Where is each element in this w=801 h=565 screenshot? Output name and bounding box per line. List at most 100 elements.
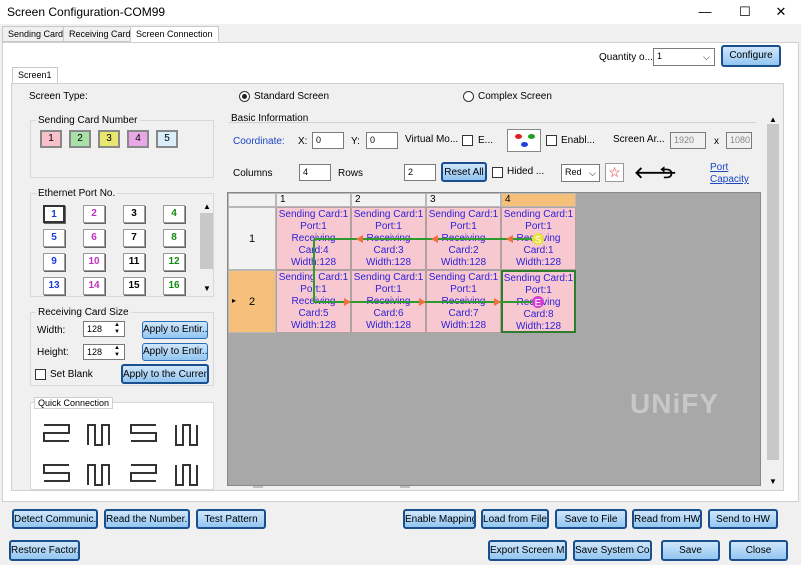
ethernet-port-6-button[interactable]: 6	[83, 229, 105, 247]
scroll-up-icon[interactable]: ▲	[203, 202, 211, 211]
scroll-down-icon[interactable]: ▼	[203, 284, 211, 293]
width-spinner-icon[interactable]: ▲ ▼	[114, 322, 120, 336]
standard-screen-radio[interactable]	[239, 91, 250, 102]
virtual-mode-label: Virtual Mo...	[405, 134, 459, 145]
sending-card-1-button[interactable]: 1	[40, 130, 62, 148]
column-header-3[interactable]: 3	[426, 193, 501, 207]
ethernet-port-8-button[interactable]: 8	[163, 229, 185, 247]
column-header-1[interactable]: 1	[276, 193, 351, 207]
ethernet-port-9-button[interactable]: 9	[43, 253, 65, 271]
ethernet-port-13-button[interactable]: 13	[43, 277, 65, 295]
restore-factory-button[interactable]: Restore Factor...	[9, 540, 80, 561]
scroll-down-icon[interactable]: ▼	[769, 477, 777, 486]
virtual-enable-checkbox[interactable]	[462, 135, 473, 146]
height-spinner-icon[interactable]: ▲ ▼	[114, 345, 120, 359]
export-screen-button[interactable]: Export Screen M...	[488, 540, 567, 561]
screen-height-input[interactable]: 1080	[726, 132, 752, 149]
save-to-file-button[interactable]: Save to File	[555, 509, 627, 529]
ethernet-port-15-button[interactable]: 15	[123, 277, 145, 295]
read-from-hw-button[interactable]: Read from HW	[632, 509, 702, 529]
columns-input[interactable]: 4	[299, 164, 331, 181]
reset-all-button[interactable]: Reset All	[441, 162, 487, 182]
ethernet-port-14-button[interactable]: 14	[83, 277, 105, 295]
pattern-zigzag-v-1[interactable]	[87, 424, 110, 446]
send-to-hw-button[interactable]: Send to HW	[708, 509, 778, 529]
column-header-2[interactable]: 2	[351, 193, 426, 207]
pattern-zigzag-h-2[interactable]	[130, 424, 157, 442]
ethernet-scrollbar[interactable]: ▲ ▼	[200, 200, 213, 296]
pattern-zigzag-v-2[interactable]	[175, 424, 198, 446]
save-button[interactable]: Save	[661, 540, 720, 561]
panel-scroll-thumb[interactable]	[767, 124, 779, 460]
screen-width-input[interactable]: 1920	[670, 132, 706, 149]
resize-handle-right[interactable]	[400, 486, 410, 488]
ethernet-port-12-button[interactable]: 12	[163, 253, 185, 271]
ethernet-scroll-thumb[interactable]	[200, 213, 213, 269]
quantity-value: 1	[657, 51, 663, 61]
column-header-4[interactable]: 4	[501, 193, 576, 207]
star-icon[interactable]: ☆	[605, 163, 624, 182]
pattern-zigzag-v-4[interactable]	[175, 464, 198, 486]
receiving-card-size-title: Receiving Card Size	[36, 307, 131, 318]
y-input[interactable]: 0	[366, 132, 398, 149]
ethernet-port-16-button[interactable]: 16	[163, 277, 185, 295]
sending-card-3-button[interactable]: 3	[98, 130, 120, 148]
ethernet-port-11-button[interactable]: 11	[123, 253, 145, 271]
virtual-enable-label: E...	[478, 135, 494, 146]
sending-card-title: Sending Card Number	[36, 115, 140, 126]
screen-type-label: Screen Type:	[29, 91, 88, 102]
tab-screen-connection[interactable]: Screen Connection	[130, 26, 219, 42]
chevron-down-icon: ⌵	[703, 52, 710, 62]
ethernet-port-title: Ethernet Port No.	[36, 188, 118, 199]
configure-button[interactable]: Configure	[721, 45, 781, 67]
ethernet-port-10-button[interactable]: 10	[83, 253, 105, 271]
sending-card-5-button[interactable]: 5	[156, 130, 178, 148]
enable-mapping-button[interactable]: Enable Mapping	[403, 509, 476, 529]
enable-checkbox[interactable]	[546, 135, 557, 146]
apply-current-button[interactable]: Apply to the Curren...	[121, 364, 209, 384]
save-system-config-button[interactable]: Save System Co...	[573, 540, 652, 561]
ethernet-port-1-button[interactable]: 1	[43, 205, 65, 223]
rows-input[interactable]: 2	[404, 164, 436, 181]
row-header-1[interactable]: 1	[228, 207, 276, 270]
pattern-zigzag-h-3[interactable]	[43, 464, 70, 482]
set-blank-checkbox[interactable]	[35, 369, 46, 380]
close-button[interactable]: Close	[729, 540, 788, 561]
color-select[interactable]: Red ⌵	[561, 164, 600, 182]
quantity-select[interactable]: 1 ⌵	[653, 48, 715, 66]
tab-receiving-card[interactable]: Receiving Card	[63, 26, 137, 42]
port-capacity-link[interactable]: Port Capacity	[710, 162, 750, 186]
sending-card-2-button[interactable]: 2	[69, 130, 91, 148]
load-from-file-button[interactable]: Load from File	[481, 509, 549, 529]
apply-width-button[interactable]: Apply to Entir...	[142, 321, 208, 339]
complex-screen-label: Complex Screen	[478, 91, 552, 102]
ethernet-port-5-button[interactable]: 5	[43, 229, 65, 247]
x-input[interactable]: 0	[312, 132, 344, 149]
complex-screen-radio[interactable]	[463, 91, 474, 102]
ethernet-port-7-button[interactable]: 7	[123, 229, 145, 247]
minimize-button[interactable]: —	[688, 2, 722, 22]
ethernet-port-3-button[interactable]: 3	[123, 205, 145, 223]
hided-checkbox[interactable]	[492, 167, 503, 178]
resize-handle-left[interactable]	[253, 486, 263, 488]
chevron-down-icon: ⌵	[589, 168, 596, 178]
quantity-label: Quantity o...	[599, 52, 653, 63]
sending-card-4-button[interactable]: 4	[127, 130, 149, 148]
panel-scrollbar[interactable]: ▲ ▼	[766, 115, 780, 489]
tab-sending-card[interactable]: Sending Card	[2, 26, 70, 42]
virtual-color-icon[interactable]	[507, 129, 541, 152]
read-number-button[interactable]: Read the Number...	[104, 509, 190, 529]
pattern-zigzag-h-4[interactable]	[130, 464, 157, 482]
ethernet-port-2-button[interactable]: 2	[83, 205, 105, 223]
close-window-button[interactable]: ✕	[764, 2, 798, 22]
detect-communication-button[interactable]: Detect Communic...	[12, 509, 98, 529]
maximize-button[interactable]: ☐	[728, 2, 762, 22]
apply-height-button[interactable]: Apply to Entir...	[142, 343, 208, 361]
pattern-zigzag-h-1[interactable]	[43, 424, 70, 442]
undo-icon[interactable]: ⮌	[660, 162, 673, 189]
test-pattern-button[interactable]: Test Pattern	[196, 509, 266, 529]
scroll-up-icon[interactable]: ▲	[769, 115, 777, 124]
pattern-zigzag-v-3[interactable]	[87, 464, 110, 486]
tab-screen1[interactable]: Screen1	[12, 67, 58, 83]
ethernet-port-4-button[interactable]: 4	[163, 205, 185, 223]
